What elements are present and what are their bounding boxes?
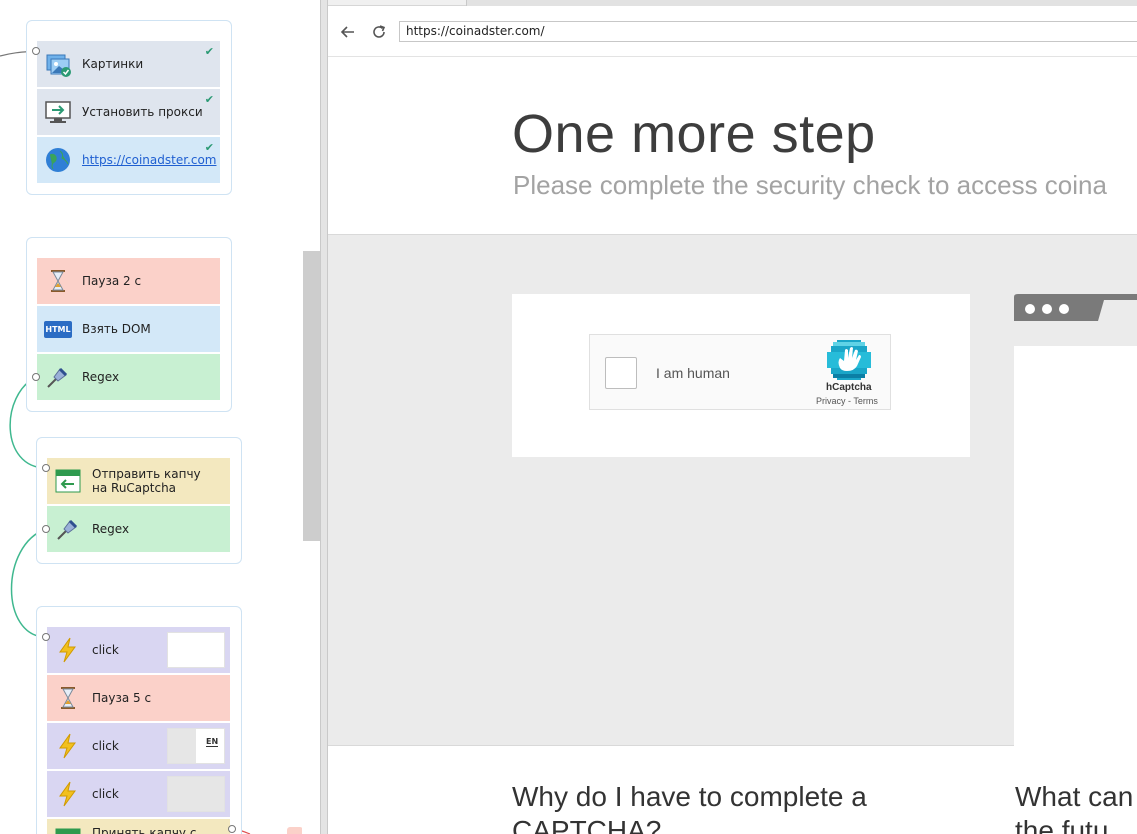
block-set-proxy[interactable]: Установить прокси ✔ (37, 89, 220, 136)
block-send-captcha-label: Отправить капчу на RuCaptcha (92, 467, 201, 495)
hourglass-icon (54, 684, 82, 712)
done-check-icon: ✔ (204, 141, 214, 154)
click-target-thumbnail (167, 776, 225, 812)
hcaptcha-logo-icon (823, 338, 875, 382)
offscreen-block (287, 827, 303, 834)
illustration-window-bar (1014, 294, 1137, 321)
block-images[interactable]: Картинки ✔ (37, 41, 220, 88)
hcaptcha-links: Privacy - Terms (816, 396, 878, 406)
globe-icon (44, 146, 72, 174)
block-regex-2[interactable]: Regex (47, 506, 230, 553)
page-subtitle: Please complete the security check to ac… (513, 170, 1107, 200)
pane-splitter[interactable] (320, 0, 328, 834)
send-captcha-icon (54, 467, 82, 495)
faq-question-1: Why do I have to complete a (512, 781, 867, 812)
block-regex-2-label: Regex (92, 522, 130, 536)
block-click-3-label: click (92, 787, 119, 801)
block-click-3[interactable]: click (47, 771, 230, 818)
terms-link[interactable]: Terms (853, 396, 878, 406)
click-target-thumbnail (167, 632, 225, 668)
back-arrow-icon[interactable] (337, 21, 359, 43)
block-set-proxy-label: Установить прокси (82, 105, 203, 119)
block-open-url-link[interactable]: https://coinadster.com (82, 153, 216, 167)
browser-tab[interactable] (466, 0, 1137, 6)
faq-question-1-cont: CAPTCHA? (512, 815, 662, 834)
click-target-thumbnail: EN (167, 728, 225, 764)
block-images-label: Картинки (82, 57, 144, 71)
browser-tab-strip (328, 0, 1137, 6)
html-icon: HTML (44, 315, 72, 343)
reload-icon[interactable] (368, 21, 390, 43)
input-port[interactable] (32, 47, 40, 55)
images-icon (44, 50, 72, 78)
web-page: One more step Please complete the securi… (328, 57, 1137, 834)
workflow-canvas[interactable]: Картинки ✔ Установить прокси ✔ https://c… (0, 0, 320, 834)
block-click-2[interactable]: click EN (47, 723, 230, 770)
output-port[interactable] (32, 373, 40, 381)
privacy-link[interactable]: Privacy (816, 396, 846, 406)
done-check-icon: ✔ (204, 45, 214, 58)
monitor-proxy-icon (44, 98, 72, 126)
done-check-icon: ✔ (204, 93, 214, 106)
human-checkbox[interactable] (605, 357, 637, 389)
captcha-card: I am human hCaptcha Privacy - Terms (512, 294, 970, 457)
illustration-window-body (1014, 346, 1137, 747)
block-receive-captcha-label: Принять капчу с (92, 826, 197, 834)
block-click-1[interactable]: click (47, 627, 230, 674)
receive-captcha-icon (54, 826, 82, 834)
input-port[interactable] (42, 633, 50, 641)
lightning-icon (54, 780, 82, 808)
hourglass-icon (44, 267, 72, 295)
browser-illustration (1014, 294, 1137, 747)
block-get-dom[interactable]: HTML Взять DOM (37, 306, 220, 353)
output-port[interactable] (42, 525, 50, 533)
faq-question-2-cont: the futu (1015, 815, 1109, 834)
hcaptcha-brand: hCaptcha (826, 382, 872, 393)
human-checkbox-label[interactable]: I am human (656, 365, 730, 381)
input-port[interactable] (42, 464, 50, 472)
block-pause-5s[interactable]: Пауза 5 с (47, 675, 230, 722)
block-send-captcha[interactable]: Отправить капчу на RuCaptcha (47, 458, 230, 505)
page-title: One more step (512, 104, 876, 164)
output-port[interactable] (228, 825, 236, 833)
block-open-url[interactable]: https://coinadster.com ✔ (37, 137, 220, 184)
browser-pane: https://coinadster.com/ One more step Pl… (328, 0, 1137, 834)
security-check-band: I am human hCaptcha Privacy - Terms (328, 234, 1137, 747)
lightning-icon (54, 636, 82, 664)
block-click-1-label: click (92, 643, 119, 657)
block-regex-1[interactable]: Regex (37, 354, 220, 401)
block-pause-2s[interactable]: Пауза 2 с (37, 258, 220, 305)
regex-pin-icon (44, 363, 72, 391)
block-pause-5s-label: Пауза 5 с (92, 691, 152, 705)
block-regex-1-label: Regex (82, 370, 120, 384)
block-receive-captcha[interactable]: Принять капчу с (47, 819, 230, 834)
block-get-dom-label: Взять DOM (82, 322, 151, 336)
lightning-icon (54, 732, 82, 760)
regex-pin-icon (54, 515, 82, 543)
faq-question-2: What can (1015, 781, 1134, 812)
block-pause-2s-label: Пауза 2 с (82, 274, 142, 288)
block-click-2-label: click (92, 739, 119, 753)
hcaptcha-widget: I am human hCaptcha Privacy - Terms (589, 334, 891, 410)
address-bar[interactable]: https://coinadster.com/ (399, 21, 1137, 42)
browser-nav-bar: https://coinadster.com/ (328, 7, 1137, 57)
canvas-scrollbar-thumb[interactable] (303, 251, 320, 541)
